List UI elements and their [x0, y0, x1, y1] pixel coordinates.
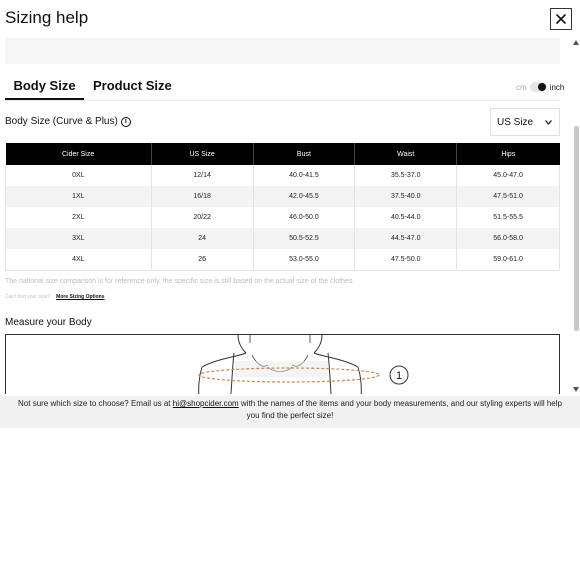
tab-product-size[interactable]: Product Size	[93, 78, 172, 98]
table-row: 4XL 26 53.0-55.0 47.5-50.0 59.0-61.0	[5, 249, 560, 270]
section-title-text: Body Size (Curve & Plus)	[5, 116, 118, 127]
unit-switch[interactable]	[529, 82, 547, 92]
table-cell: 24	[151, 228, 254, 249]
switch-knob	[537, 83, 546, 91]
table-cell: 59.0-61.0	[493, 255, 523, 263]
table-cell: 56.0-58.0	[456, 228, 560, 249]
unit-cm-label: cm	[516, 82, 527, 92]
size-reference-note: The national size comparison is for refe…	[5, 278, 355, 285]
table-cell: 3XL	[5, 228, 152, 249]
column-header: Cider Size	[5, 143, 152, 165]
cant-find-text: Can't find your size?	[5, 294, 51, 300]
table-cell: 0XL	[5, 165, 152, 186]
table-cell: 26	[151, 249, 254, 270]
table-cell: 53.0-55.0	[253, 249, 356, 270]
table-cell: 40.0-41.5	[253, 165, 356, 186]
table-cell: 47.5-51.0	[456, 186, 560, 207]
unit-toggle[interactable]: cm inch	[516, 82, 564, 92]
scroll-down-arrow-icon[interactable]	[573, 387, 579, 392]
region-size-value: US Size	[497, 116, 534, 128]
table-cell: 16/18	[151, 186, 254, 207]
modal-title: Sizing help	[5, 8, 89, 27]
measure-marker: 1	[396, 370, 402, 382]
table-cell: 45.0-47.0	[493, 172, 523, 179]
size-tabs: Body Size Product Size	[5, 76, 560, 101]
unit-inch-label: inch	[549, 82, 565, 92]
table-cell: 51.5-55.5	[493, 214, 523, 221]
table-cell: 42.0-45.5	[253, 186, 356, 207]
column-header: Bust	[253, 143, 356, 165]
body-figure-illustration: 1	[198, 335, 409, 394]
section-title: Body Size (Curve & Plus) i	[5, 116, 131, 127]
table-cell: 4XL	[5, 249, 152, 270]
tab-body-size[interactable]: Body Size	[5, 78, 84, 100]
region-size-select[interactable]: US Size	[490, 108, 560, 136]
table-header-row: Cider Size US Size Bust Waist Hips	[5, 143, 560, 165]
table-cell: 20/22	[151, 207, 254, 228]
vertical-scrollbar[interactable]	[573, 38, 580, 394]
table-cell: 40.5-44.0	[354, 207, 458, 228]
scroll-up-arrow-icon[interactable]	[573, 40, 579, 45]
scroll-thumb[interactable]	[574, 126, 579, 331]
table-cell: 35.5-37.0	[354, 165, 458, 186]
table-cell: 2XL	[5, 207, 152, 228]
close-button[interactable]	[550, 8, 572, 30]
table-cell: 12/14	[151, 165, 254, 186]
footer-text-after: with the names of the items and your bod…	[238, 399, 562, 420]
close-icon	[555, 13, 567, 25]
measure-title: Measure your Body	[5, 317, 92, 328]
table-row: 1XL 16/18 42.0-45.5 37.5-40.0 47.5-51.0	[5, 186, 560, 207]
chevron-down-icon	[545, 120, 552, 125]
support-email-link[interactable]: hi@shopcider.com	[173, 399, 239, 408]
cant-find-size: Can't find your size? More Sizing Option…	[5, 294, 105, 300]
table-cell: 46.0-50.0	[253, 207, 356, 228]
info-icon[interactable]: i	[120, 116, 131, 127]
table-cell: 47.5-50.0	[354, 249, 458, 270]
table-row: 3XL 24 50.5-52.5 44.5-47.0 56.0-58.0	[5, 228, 560, 249]
table-cell: 50.5-52.5	[253, 228, 356, 249]
column-header: US Size	[151, 143, 254, 165]
table-cell: 1XL	[5, 186, 152, 207]
modal-content[interactable]: Body Size Product Size cm inch Body Size…	[0, 38, 573, 394]
help-footer: Not sure which size to choose? Email us …	[0, 396, 580, 428]
measure-illustration: 1	[5, 334, 560, 394]
footer-text-before: Not sure which size to choose? Email us …	[18, 399, 173, 408]
more-sizing-options-link[interactable]: More Sizing Options	[56, 294, 104, 300]
column-header: Hips	[456, 143, 560, 165]
banner-area	[5, 38, 560, 64]
size-table: Cider Size US Size Bust Waist Hips 0XL 1…	[5, 143, 560, 271]
table-cell: 37.5-40.0	[354, 186, 458, 207]
column-header: Waist	[354, 143, 458, 165]
table-cell: 44.5-47.0	[354, 228, 458, 249]
table-row: 2XL 20/22 46.0-50.0 40.5-44.0 51.5-55.5	[5, 207, 560, 228]
table-row: 0XL 12/14 40.0-41.5 35.5-37.0 45.0-47.0	[5, 165, 560, 186]
